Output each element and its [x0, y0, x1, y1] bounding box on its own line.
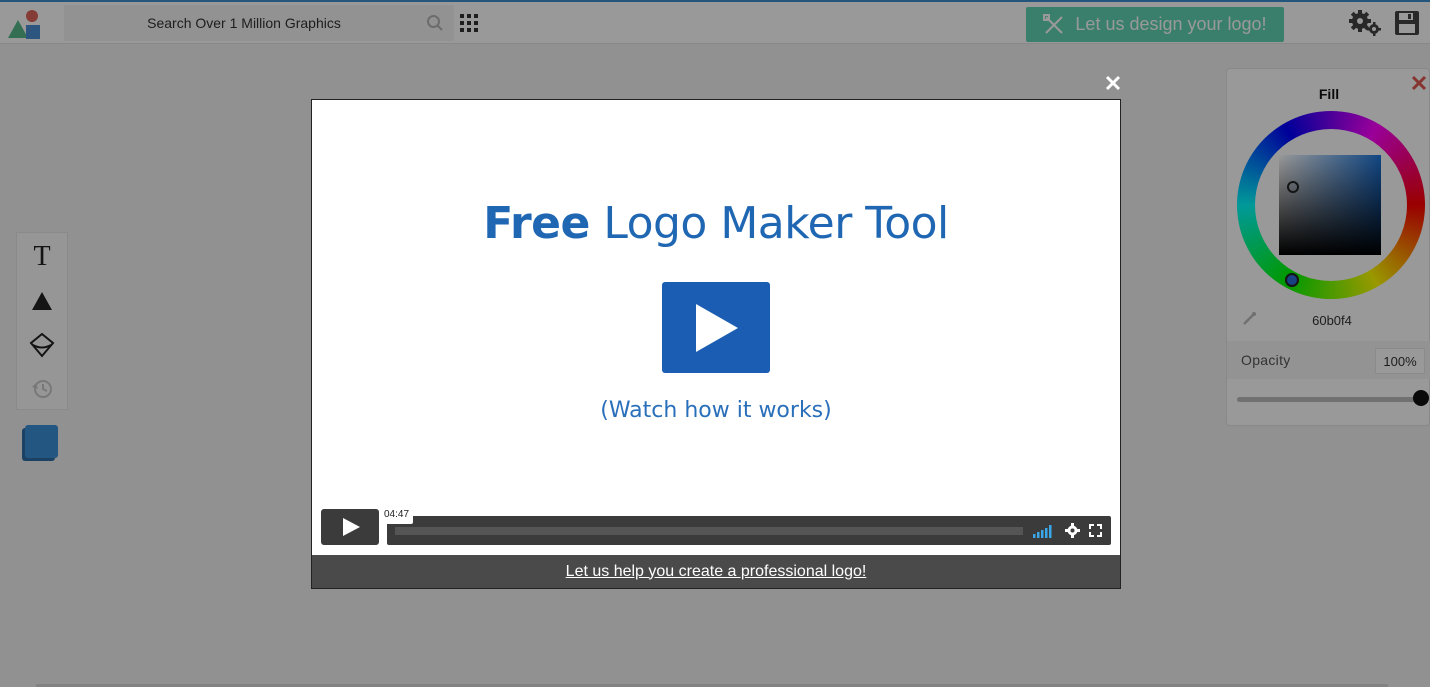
modal-close-icon[interactable] [1104, 74, 1122, 92]
player-control-bar [387, 516, 1111, 545]
modal-footer: Let us help you create a professional lo… [312, 555, 1120, 588]
play-icon [343, 518, 360, 536]
video-modal: Free Logo Maker Tool (Watch how it works… [311, 99, 1121, 589]
professional-logo-link[interactable]: Let us help you create a professional lo… [566, 563, 867, 581]
video-player[interactable]: Free Logo Maker Tool (Watch how it works… [312, 100, 1120, 555]
fullscreen-icon[interactable] [1089, 524, 1102, 537]
video-title-bold: Free [483, 198, 590, 249]
settings-icon[interactable] [1065, 523, 1080, 538]
video-title-rest: Logo Maker Tool [589, 198, 949, 249]
video-subtitle: (Watch how it works) [600, 398, 832, 423]
big-play-button[interactable] [662, 282, 770, 373]
volume-bars-icon[interactable] [1033, 524, 1055, 538]
duration-tooltip: 04:47 [380, 508, 414, 524]
player-play-button[interactable] [321, 509, 379, 545]
progress-bar[interactable] [395, 527, 1023, 535]
play-icon [696, 304, 738, 352]
video-title: Free Logo Maker Tool [312, 198, 1120, 249]
